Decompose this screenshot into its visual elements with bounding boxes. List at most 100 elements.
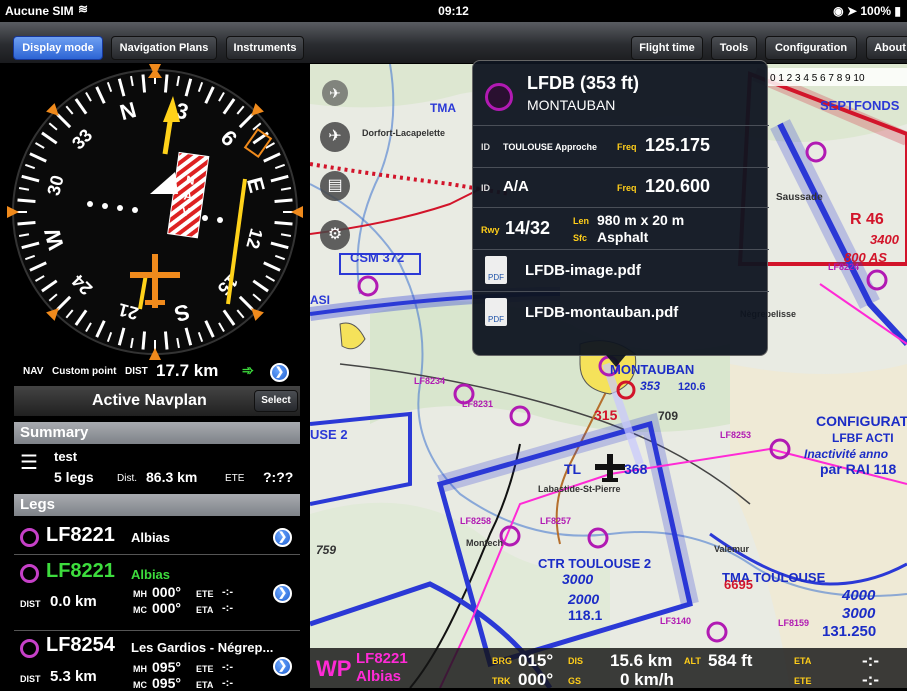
brg-value: 015°	[518, 651, 554, 670]
leg-dist: 5.3 km	[50, 668, 97, 685]
map-label: 120.6	[678, 381, 706, 393]
battery-icon: ▮	[894, 4, 901, 18]
leg-mh: 000°	[152, 584, 181, 600]
map-label: 353	[640, 379, 660, 393]
leg-name: Les Gardios - Négrep...	[131, 640, 274, 655]
scale-ruler: 0 1 2 3 4 5 6 7 8 9 10	[765, 68, 907, 86]
about-button[interactable]: About	[866, 36, 907, 60]
dist-label: DIST	[20, 599, 41, 609]
hsi-compass: N 36E1215S2124W3033 N A V	[7, 64, 303, 360]
leg-eta: -:-	[222, 602, 233, 614]
map-label: CSM 372	[350, 250, 404, 265]
nav-label: NAV	[23, 366, 44, 377]
map-zoom-button[interactable]: ✈	[322, 80, 348, 106]
frequency-row: ID TOULOUSE Approche Freq 125.175	[473, 125, 769, 167]
leg-detail-button[interactable]: ❯	[273, 528, 292, 547]
map-label: 4000	[841, 587, 876, 604]
toolbar: Display mode Navigation Plans Instrument…	[0, 22, 907, 64]
leg-detail-button[interactable]: ❯	[273, 657, 292, 676]
map-label: Labastide-St-Pierre	[538, 484, 621, 494]
map-label: 368	[624, 461, 648, 477]
map-label: 118.1	[568, 607, 602, 623]
document-row[interactable]: PDF LFDB-image.pdf	[473, 249, 769, 291]
document-name: LFDB-image.pdf	[525, 262, 641, 279]
flight-data-bar: WP LF8221 Albias BRG 015° TRK 000° DIS 1…	[310, 648, 907, 689]
document-row[interactable]: PDF LFDB-montauban.pdf	[473, 291, 769, 333]
leg-ete: -:-	[222, 661, 233, 673]
alt-label: ALT	[684, 656, 701, 666]
configuration-button[interactable]: Configuration	[765, 36, 857, 60]
leg-eta: -:-	[222, 677, 233, 689]
map-label: CONFIGURAT	[816, 413, 907, 429]
map-label: 131.250	[822, 623, 876, 640]
runway-row: Rwy 14/32 Len 980 m x 20 m Sfc Asphalt	[473, 207, 769, 249]
eta-value: -:-	[862, 651, 879, 670]
leg-detail-button[interactable]: ❯	[273, 584, 292, 603]
ete-value: -:-	[862, 670, 879, 689]
navplan-header: Active Navplan Select	[14, 386, 300, 416]
freq-id: A/A	[503, 178, 529, 195]
leg-dist: 0.0 km	[50, 593, 97, 610]
wp-name: Albias	[356, 668, 402, 685]
select-button[interactable]: Select	[254, 390, 298, 412]
flight-time-button[interactable]: Flight time	[631, 36, 703, 60]
leg-name: Albias	[131, 530, 171, 545]
summary-ete: ?:??	[263, 469, 294, 485]
map-label: 3400	[870, 232, 900, 247]
navigation-plans-button[interactable]: Navigation Plans	[111, 36, 217, 60]
navplan-name: test	[54, 449, 78, 464]
airport-subtitle: MONTAUBAN	[527, 97, 616, 113]
ete-label: ETE	[794, 676, 812, 686]
airport-icon	[485, 83, 513, 111]
sfc-value: Asphalt	[597, 229, 649, 245]
map-label: 709	[658, 409, 678, 423]
brg-label: BRG	[492, 656, 512, 666]
instrument-panel: N 3 6 E 12 15 S 21 24 W 30 33 N A V NAV Custom poin…	[0, 64, 310, 691]
freq-id: TOULOUSE Approche	[503, 142, 598, 152]
navplan-title: Active Navplan	[92, 392, 207, 409]
map-label: LF8253	[720, 430, 751, 440]
map-label: CTR TOULOUSE 2	[538, 556, 651, 571]
eta-label: ETA	[794, 656, 812, 666]
divider	[14, 554, 300, 555]
map-orientation-button[interactable]: ✈	[320, 122, 350, 152]
map-label: 2000	[567, 591, 599, 607]
leg-mc: 095°	[152, 675, 181, 691]
dis-value: 15.6 km	[610, 651, 673, 670]
nav-detail-button[interactable]: ❯	[270, 363, 289, 382]
map-label: LFBF ACTI	[832, 431, 894, 445]
freq-label: Freq	[617, 183, 637, 193]
wp-label: WP	[316, 656, 352, 681]
mh-label: MH	[133, 664, 147, 674]
freq-value: 125.175	[645, 135, 711, 155]
trk-label: TRK	[492, 676, 511, 686]
leg-mh: 095°	[152, 659, 181, 675]
map-label: 315	[594, 407, 618, 423]
map-label: ASI	[310, 293, 330, 307]
map-label: LF8231	[462, 399, 493, 409]
leg-id: LF8221	[46, 560, 115, 582]
nav-dist-label: DIST	[125, 366, 148, 377]
tools-button[interactable]: Tools	[711, 36, 757, 60]
wp-id: LF8221	[356, 650, 408, 667]
location-icon: ◉ ➤	[833, 4, 861, 18]
dist-label: Dist.	[117, 473, 137, 484]
map-settings-button[interactable]: ⚙	[320, 220, 350, 250]
frequency-row: ID A/A Freq 120.600	[473, 167, 769, 207]
ete-label: ETE	[196, 664, 214, 674]
nav-info-bar: NAV Custom point DIST 17.7 km ➾ ❯	[0, 360, 310, 384]
airport-title: LFDB (353 ft)	[527, 73, 639, 93]
map-label: USE 2	[310, 427, 348, 442]
pdf-icon: PDF	[485, 256, 507, 284]
instruments-button[interactable]: Instruments	[226, 36, 304, 60]
leg-ete: -:-	[222, 586, 233, 598]
map-label: LF8258	[460, 516, 491, 526]
mc-label: MC	[133, 605, 147, 615]
display-mode-button[interactable]: Display mode	[13, 36, 103, 60]
id-label: ID	[481, 183, 490, 193]
map-label: TMA	[430, 101, 456, 115]
map-layers-button[interactable]: ▤	[320, 171, 350, 201]
battery-indicator: ◉ ➤ 100% ▮	[833, 4, 901, 18]
divider	[14, 630, 300, 631]
document-name: LFDB-montauban.pdf	[525, 304, 679, 321]
